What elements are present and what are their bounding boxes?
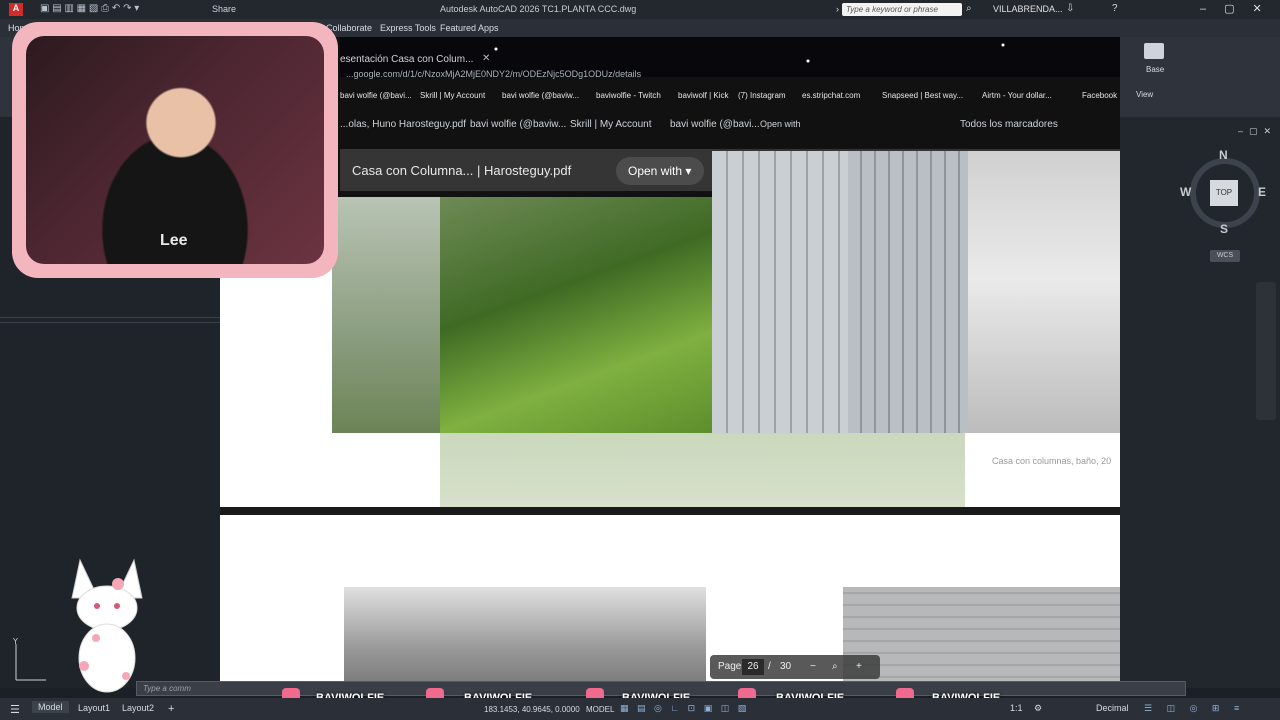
open-with-ghost-button[interactable]: Open with: [760, 119, 801, 129]
base-label[interactable]: Base: [1146, 65, 1164, 74]
add-layout-icon[interactable]: +: [168, 703, 174, 715]
page-separator: /: [768, 661, 771, 672]
photo-glass-blocks: [712, 151, 848, 433]
all-bookmarks-link[interactable]: Todos los marcadores: [960, 119, 1058, 130]
photo-curved-wall: [848, 151, 968, 433]
drawing-linework: [0, 322, 220, 323]
model-space-toggle[interactable]: MODEL: [586, 705, 614, 714]
viewcube-top-face[interactable]: TOP: [1210, 180, 1238, 206]
help-search-input[interactable]: Type a keyword or phrase: [842, 3, 962, 16]
bookmark-item[interactable]: Facebook: [1082, 91, 1117, 100]
annotation-scale[interactable]: 1:1: [1010, 703, 1023, 713]
webcam-overlay: Lee: [12, 22, 338, 278]
tab-model[interactable]: Model: [32, 701, 69, 713]
bookmarks-bar: bavi wolfie (@bavi... Skrill | My Accoun…: [340, 89, 1120, 105]
folder-icon[interactable]: [1144, 43, 1164, 59]
bookmark-item[interactable]: Skrill | My Account: [420, 91, 485, 100]
status-bar: ☰ Model Layout1 Layout2 + 183.1453, 40.9…: [0, 698, 1280, 720]
fox-mascot-sticker: [71, 558, 143, 693]
tab-layout1[interactable]: Layout1: [78, 703, 110, 713]
menu-icon[interactable]: ☰: [10, 703, 20, 716]
tab-featured-apps[interactable]: Featured Apps: [440, 23, 499, 33]
user-account[interactable]: VILLABRENDA...: [993, 4, 1063, 14]
photo-ceiling: [344, 587, 706, 688]
page-total: 30: [780, 661, 792, 672]
zoom-in-icon[interactable]: +: [856, 661, 862, 672]
address-bar[interactable]: ...google.com/d/1/c/NzoxMjA2MjE0NDY2/m/O…: [340, 67, 1120, 83]
webcam-feed: Lee: [26, 36, 324, 264]
page-label: Page: [718, 661, 742, 672]
svg-text:Y: Y: [12, 637, 18, 646]
zoom-icon[interactable]: ⌕: [832, 661, 838, 672]
photo-bathroom: [968, 151, 1120, 433]
window-controls[interactable]: –▢✕: [1200, 2, 1280, 15]
coordinates-readout: 183.1453, 40.9645, 0.0000: [484, 705, 580, 714]
page-navigation: Page 26 / 30 − ⌕ +: [710, 655, 880, 679]
bookmarks-bar-ghost: ...olas, Huno Harosteguy.pdf bavi wolfie…: [340, 117, 1120, 135]
bookmark-item[interactable]: Airtm - Your dollar...: [982, 91, 1052, 100]
shirt-logo-text: Lee: [160, 232, 188, 249]
tab-layout2[interactable]: Layout2: [122, 703, 154, 713]
autocad-logo-icon[interactable]: A: [9, 3, 23, 16]
drawing-linework: [0, 317, 220, 318]
bookmark-item[interactable]: Skrill | My Account: [570, 119, 652, 130]
view-dropdown[interactable]: View: [1136, 90, 1153, 99]
chevron-down-icon: ▾: [685, 164, 692, 178]
tab-collaborate[interactable]: Collaborate: [326, 23, 372, 33]
browser-tab-title[interactable]: esentación Casa con Colum...: [340, 54, 473, 65]
bookmark-item[interactable]: bavi wolfie (@bavi...: [340, 91, 412, 100]
bookmark-item[interactable]: bavi wolfie (@bavi...: [670, 119, 760, 130]
tab-express-tools[interactable]: Express Tools: [380, 23, 436, 33]
bookmark-item[interactable]: baviwolf | Kick: [678, 91, 729, 100]
bookmark-item[interactable]: ...olas, Huno Harosteguy.pdf: [340, 119, 466, 130]
bookmark-item[interactable]: Snapseed | Best way...: [882, 91, 963, 100]
open-with-label: Open with: [628, 164, 683, 178]
viewport-controls[interactable]: –▢✕: [1238, 126, 1277, 137]
photo-glass-block-wall: [332, 197, 440, 433]
bookmark-item[interactable]: bavi wolfie (@baviw...: [502, 91, 579, 100]
bookmark-item[interactable]: es.stripchat.com: [802, 91, 860, 100]
wcs-dropdown[interactable]: WCS: [1210, 250, 1240, 262]
cart-icon[interactable]: ⇩: [1066, 3, 1074, 14]
page-divider: [220, 507, 1120, 515]
photo-stone-wall: [843, 587, 1120, 688]
search-icon[interactable]: ⌕: [966, 3, 972, 14]
gear-icon[interactable]: ⚙: [1034, 703, 1042, 714]
drafting-toggles[interactable]: ▦ ▤ ◎ ∟ ⊡ ▣ ◫ ▧: [620, 703, 749, 714]
viewcube[interactable]: N S E W TOP: [1180, 148, 1270, 238]
pdf-page: Casa con columnas, baño, 20: [220, 151, 1120, 549]
zoom-out-icon[interactable]: −: [810, 661, 816, 672]
bookmark-item[interactable]: bavi wolfie (@baviw...: [470, 119, 566, 130]
page-number-input[interactable]: 26: [742, 659, 764, 675]
navigation-bar[interactable]: [1256, 282, 1276, 420]
ucs-axis-icon: Y: [12, 637, 46, 681]
compass-south[interactable]: S: [1220, 222, 1228, 236]
window-title: Autodesk AutoCAD 2026 TC1.PLANTA CCC.dwg: [440, 4, 637, 14]
compass-north[interactable]: N: [1219, 148, 1228, 162]
units-dropdown[interactable]: Decimal: [1096, 703, 1129, 713]
compass-east[interactable]: E: [1258, 185, 1266, 199]
bookmark-item[interactable]: (7) Instagram: [738, 91, 786, 100]
quick-access-toolbar[interactable]: ▣ ▤ ▥ ▦ ▧ ⎙ ↶ ↷ ▾: [40, 3, 139, 14]
photo-garden: [440, 197, 712, 433]
photo-caption: Casa con columnas, baño, 20: [992, 456, 1112, 466]
open-with-button[interactable]: Open with ▾: [616, 157, 704, 185]
close-tab-icon[interactable]: ✕: [482, 53, 490, 64]
pdf-file-title: Casa con Columna... | Harosteguy.pdf: [352, 163, 572, 178]
share-button[interactable]: Share: [212, 4, 236, 14]
title-bar: A ▣ ▤ ▥ ▦ ▧ ⎙ ↶ ↷ ▾ Share Autodesk AutoC…: [0, 0, 1280, 19]
status-tray-icons[interactable]: ☰ ◫ ◎ ⊞ ≡: [1144, 703, 1245, 714]
bookmark-item[interactable]: baviwolfie - Twitch: [596, 91, 661, 100]
pdf-page: [220, 515, 1120, 688]
chevron-right-icon[interactable]: ›: [836, 4, 839, 14]
browser-overlay: esentación Casa con Colum... ✕ ...google…: [220, 37, 1120, 688]
compass-west[interactable]: W: [1180, 185, 1191, 199]
help-icon[interactable]: ?: [1112, 3, 1118, 14]
